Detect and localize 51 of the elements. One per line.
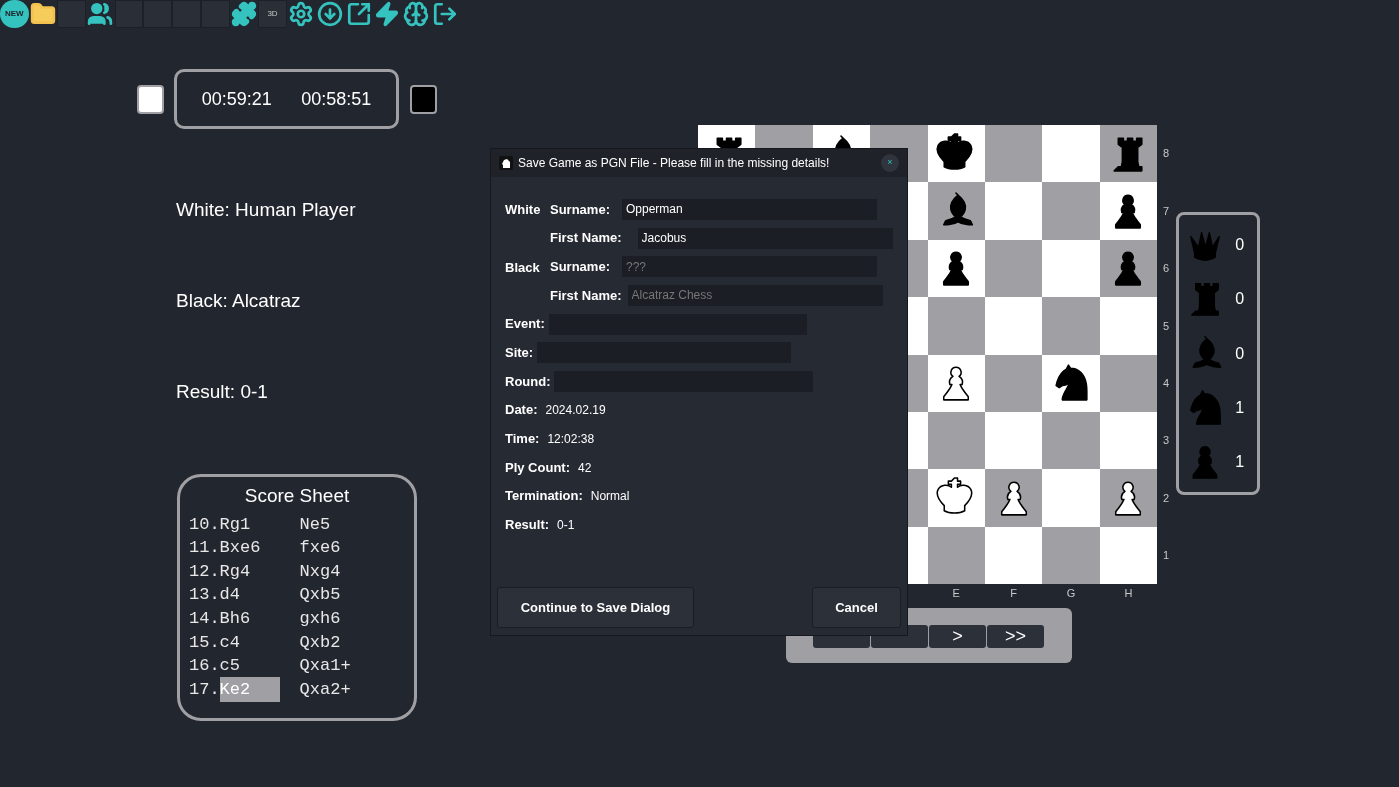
- field-label: Result:: [505, 516, 550, 535]
- game-info-text: Result: 0-1: [176, 380, 269, 404]
- captured-count: 1: [1235, 451, 1245, 472]
- file-label: E: [952, 586, 960, 602]
- captured-count: 0: [1235, 343, 1245, 364]
- field-label: First Name:: [550, 286, 622, 305]
- rank-label: 7: [1162, 203, 1171, 219]
- field-label: Surname:: [550, 200, 610, 219]
- field-label: Site:: [505, 344, 534, 363]
- field-label: Round:: [505, 372, 551, 391]
- dialog-title: Save Game as PGN File - Please fill in the missing details!: [518, 155, 830, 172]
- rank-label: 2: [1162, 490, 1171, 506]
- move-number: 17.: [189, 678, 220, 701]
- field-label: Ply Count:: [505, 458, 570, 477]
- field-label: Termination:: [505, 487, 583, 506]
- file-label: H: [1124, 586, 1133, 602]
- move-number: 13.: [189, 584, 220, 607]
- captured-count: 1: [1235, 397, 1245, 418]
- side-label: Black: [505, 259, 540, 275]
- field-label: Event:: [505, 315, 545, 334]
- rank-label: 1: [1162, 548, 1171, 564]
- field-value: 12:02:38: [547, 430, 595, 448]
- rank-label: 8: [1162, 146, 1171, 162]
- field-value: 42: [578, 459, 592, 477]
- field-value: Normal: [590, 488, 630, 506]
- score-sheet-title: Score Sheet: [243, 484, 351, 508]
- game-info-text: Black: Alcatraz: [176, 289, 302, 313]
- field-label: Date:: [505, 401, 538, 420]
- file-label: G: [1066, 586, 1076, 602]
- captured-count: 0: [1235, 235, 1245, 256]
- game-info-text: White: Human Player: [176, 198, 357, 222]
- move-number: 12.: [189, 560, 220, 583]
- field-label: First Name:: [550, 229, 622, 248]
- field-value: 2024.02.19: [545, 402, 606, 420]
- move-number: 11.: [189, 537, 220, 560]
- rank-label: 3: [1162, 433, 1171, 449]
- clock-time: 00:59:21: [201, 87, 272, 111]
- captured-count: 0: [1235, 289, 1245, 310]
- file-label: F: [1010, 586, 1018, 602]
- move-number: 16.: [189, 655, 220, 678]
- field-value: 0-1: [557, 516, 575, 534]
- rank-label: 6: [1162, 261, 1171, 277]
- rank-label: 5: [1162, 318, 1171, 334]
- field-label: Time:: [505, 430, 540, 449]
- field-label: Surname:: [550, 257, 610, 276]
- rank-label: 4: [1162, 376, 1171, 391]
- side-label: White: [505, 202, 541, 218]
- move-number: 10.: [189, 513, 220, 536]
- move-number: 15.: [189, 631, 220, 654]
- clock-time: 00:58:51: [301, 87, 372, 111]
- move-number: 14.: [189, 607, 220, 630]
